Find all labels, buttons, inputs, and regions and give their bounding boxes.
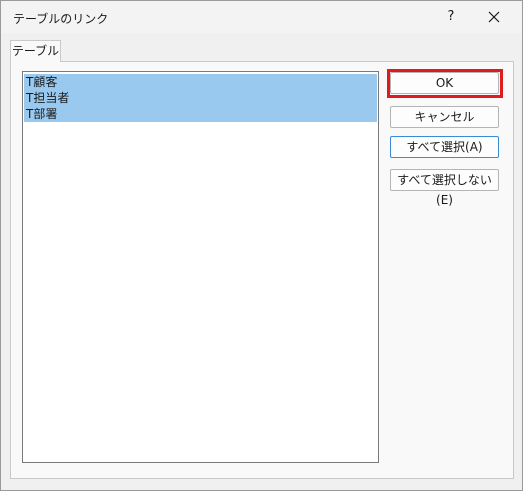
list-item[interactable]: T顧客 bbox=[24, 74, 377, 90]
tables-listbox[interactable]: T顧客 T担当者 T部署 bbox=[22, 71, 379, 463]
title-bar: テーブルのリンク ? bbox=[1, 1, 522, 33]
select-all-button[interactable]: すべて選択(A) bbox=[390, 136, 499, 158]
window-title: テーブルのリンク bbox=[13, 12, 109, 26]
close-icon bbox=[488, 11, 500, 23]
list-item[interactable]: T部署 bbox=[24, 106, 377, 122]
help-button[interactable]: ? bbox=[442, 8, 460, 26]
deselect-all-button[interactable]: すべて選択しない(E) bbox=[390, 169, 499, 207]
ok-button[interactable]: OK bbox=[390, 72, 499, 94]
link-tables-dialog: テーブルのリンク ? テーブル T顧客 T担当者 T部署 OK キャンセル すべ… bbox=[0, 0, 523, 491]
tab-panel-tables: T顧客 T担当者 T部署 OK キャンセル すべて選択(A) すべて選択しない(… bbox=[10, 61, 514, 479]
list-item[interactable]: T担当者 bbox=[24, 90, 377, 106]
tab-tables[interactable]: テーブル bbox=[10, 40, 61, 62]
close-button[interactable] bbox=[484, 7, 504, 27]
cancel-button[interactable]: キャンセル bbox=[390, 106, 499, 128]
